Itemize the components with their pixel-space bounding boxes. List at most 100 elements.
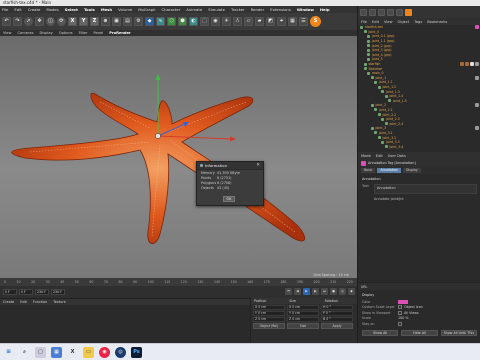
- display-row-value[interactable]: Object Icon: [404, 305, 423, 309]
- undo-icon[interactable]: ↶: [2, 17, 11, 26]
- om-menu-tags[interactable]: Tags: [414, 20, 422, 24]
- photoshop-icon[interactable]: Ps: [131, 346, 142, 358]
- select-icon[interactable]: ➚: [24, 17, 33, 26]
- display-row-value[interactable]: 100 %: [398, 316, 408, 320]
- start-frame-field[interactable]: 0 F: [3, 288, 17, 295]
- starfish-model[interactable]: [0, 36, 357, 278]
- current-frame-field[interactable]: 0 F: [19, 288, 33, 295]
- material-menu-texture[interactable]: Texture: [53, 300, 65, 304]
- workplane-icon[interactable]: ▦: [288, 17, 297, 26]
- edges-mode-icon[interactable]: ▱: [244, 17, 253, 26]
- menu-item-create[interactable]: Create: [28, 7, 41, 12]
- start-icon[interactable]: ⊞: [3, 347, 14, 358]
- axis-x-toggle[interactable]: X: [68, 17, 77, 26]
- menu-item-mesh[interactable]: Mesh: [101, 7, 112, 12]
- timeline-ruler[interactable]: 0 10 20 30 40 50 60 70 80 90 100 110 120 130 140 150 160…: [0, 278, 357, 286]
- viewport-menu-options[interactable]: Options: [59, 31, 73, 35]
- menu-item-help[interactable]: Help: [320, 7, 330, 12]
- polygons-mode-icon[interactable]: ▰: [255, 17, 264, 26]
- tag-icon[interactable]: [475, 103, 479, 108]
- material-menu-function[interactable]: Function: [33, 300, 47, 304]
- chrome-icon[interactable]: ◉: [99, 346, 110, 358]
- menu-item-edit[interactable]: Edit: [14, 7, 21, 12]
- om-menu-view[interactable]: View: [384, 20, 393, 24]
- coord-field[interactable]: B 0 °: [321, 316, 353, 322]
- object-tree-row[interactable]: joint_3.4: [358, 144, 480, 149]
- menu-item-file[interactable]: File: [2, 7, 8, 12]
- material-menu-create[interactable]: Create: [3, 300, 14, 304]
- light-icon[interactable]: ☀: [222, 17, 231, 26]
- om-menu-object[interactable]: Object: [398, 20, 410, 24]
- coord-field[interactable]: Y 0 cm: [253, 310, 285, 316]
- annotation-text-field[interactable]: Annotation: [374, 184, 477, 194]
- axis-z-toggle[interactable]: Z: [90, 17, 99, 26]
- spline-icon[interactable]: ∿: [156, 17, 165, 26]
- coordinate-system-icon[interactable]: ⊕: [101, 17, 110, 26]
- tag-icon[interactable]: [475, 25, 479, 29]
- layout-icon[interactable]: ☰: [299, 17, 308, 26]
- om-menu-edit[interactable]: Edit: [372, 20, 379, 24]
- coord-field[interactable]: H 0 °: [321, 304, 353, 310]
- viewport-menu-cameras[interactable]: Cameras: [18, 31, 34, 35]
- twitter-x-icon[interactable]: X: [67, 347, 78, 358]
- tag-icon[interactable]: [465, 61, 469, 66]
- menu-item-mograph[interactable]: MoGraph: [138, 7, 155, 12]
- tag-icon[interactable]: [470, 61, 474, 66]
- attr-subtab-basic[interactable]: Basic: [361, 168, 376, 173]
- coord-field[interactable]: Z 0 cm: [287, 316, 319, 322]
- snap-icon[interactable]: ⌖: [277, 17, 286, 26]
- layout-s-icon[interactable]: S: [310, 16, 321, 27]
- axis-y-toggle[interactable]: Y: [79, 17, 88, 26]
- move-icon[interactable]: ✥: [35, 17, 44, 26]
- menu-item-select[interactable]: Select: [65, 7, 78, 12]
- structure-icon[interactable]: [387, 8, 394, 16]
- attr-tab-mode[interactable]: Mode: [361, 154, 371, 158]
- prev-key-icon[interactable]: ◀: [294, 288, 301, 295]
- display-checkbox[interactable]: [398, 310, 402, 315]
- viewport-menu-view[interactable]: View: [3, 31, 12, 35]
- cube-icon[interactable]: ◆: [145, 17, 154, 26]
- layout-selected-icon[interactable]: [405, 8, 412, 16]
- close-icon[interactable]: ✕: [256, 163, 260, 168]
- autokey-icon[interactable]: ◎: [339, 288, 346, 295]
- coord-button-object-rel-[interactable]: Object (Rel): [253, 323, 285, 329]
- menu-item-window[interactable]: Window: [297, 7, 314, 12]
- menu-item-volume[interactable]: Volume: [118, 7, 132, 12]
- record-icon[interactable]: ●: [330, 288, 337, 295]
- coord-field[interactable]: X 0 cm: [287, 304, 319, 310]
- render-picture-icon[interactable]: ▤: [123, 17, 132, 26]
- viewport-menu-filter[interactable]: Filter: [79, 31, 88, 35]
- tag-icon[interactable]: [460, 61, 464, 66]
- menu-item-character[interactable]: Character: [162, 7, 181, 12]
- redo-icon[interactable]: ↷: [13, 17, 22, 26]
- menu-item-modes[interactable]: Modes: [46, 7, 58, 12]
- tag-icon[interactable]: [475, 126, 479, 131]
- ok-button[interactable]: OK: [223, 196, 235, 202]
- layers-icon[interactable]: [396, 8, 403, 16]
- deformer-icon[interactable]: ◐: [189, 17, 198, 26]
- object-manager-tree[interactable]: starfish-tex joint_0 joint_0.1 (grp) joint_…: [358, 25, 480, 152]
- takes-tab-icon[interactable]: [369, 8, 376, 16]
- display-row-value[interactable]: All Views: [404, 311, 419, 315]
- keyframe-icon[interactable]: ◆: [348, 288, 355, 295]
- rotate-icon[interactable]: ⟳: [57, 17, 66, 26]
- menu-item-tracker[interactable]: Tracker: [231, 7, 245, 12]
- menu-item-extensions[interactable]: Extensions: [270, 7, 291, 12]
- content-browser-icon[interactable]: [378, 8, 385, 16]
- next-key-icon[interactable]: ▶: [312, 288, 319, 295]
- coord-button-apply[interactable]: Apply: [321, 323, 353, 329]
- scene-icon[interactable]: ⬚: [200, 17, 209, 26]
- task-view-icon[interactable]: ▢: [35, 346, 46, 358]
- menu-item-tools[interactable]: Tools: [84, 7, 95, 12]
- viewport-menu-prorender[interactable]: ProRender: [109, 31, 130, 35]
- coord-field[interactable]: Z 0 cm: [253, 316, 285, 322]
- viewport-menu-panel[interactable]: Panel: [94, 31, 104, 35]
- search-icon[interactable]: ⌕: [19, 347, 30, 358]
- menu-item-simulate[interactable]: Simulate: [208, 7, 225, 12]
- attr-subtab-display[interactable]: Display: [402, 168, 421, 173]
- generator-icon[interactable]: ⬡: [167, 17, 176, 26]
- menu-item-animate[interactable]: Animate: [186, 7, 202, 12]
- material-manager[interactable]: Create Edit Function Texture: [0, 298, 250, 343]
- om-menu-file[interactable]: File: [361, 20, 367, 24]
- viewport[interactable]: Grid Spacing : 10 cm: [0, 36, 357, 278]
